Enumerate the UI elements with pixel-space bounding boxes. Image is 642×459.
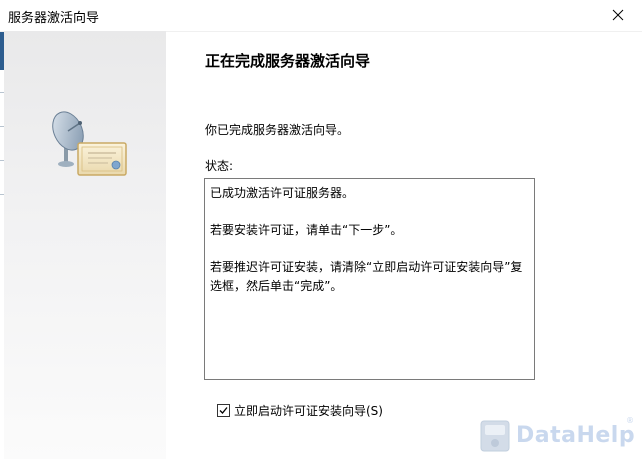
watermark: DataHelp ® [478, 416, 638, 457]
wizard-heading: 正在完成服务器激活向导 [205, 52, 371, 70]
status-label: 状态: [205, 159, 234, 173]
checkbox-label: 立即启动许可证安装向导(S) [234, 404, 383, 418]
satellite-dish-certificate-icon [52, 111, 127, 176]
database-hdd-logo-icon [480, 420, 510, 452]
close-button[interactable] [606, 3, 630, 27]
watermark-text: DataHelp [516, 423, 636, 448]
window-title: 服务器激活向导 [8, 11, 100, 26]
checkmark-icon [219, 407, 228, 414]
start-install-wizard-checkbox-row[interactable]: 立即启动许可证安装向导(S) [217, 402, 383, 419]
intro-text: 你已完成服务器激活向导。 [205, 123, 350, 137]
start-install-wizard-checkbox[interactable] [217, 404, 230, 417]
status-line: 已成功激活许可证服务器。 [210, 186, 355, 200]
status-line: 若要安装许可证，请单击“下一步”。 [210, 223, 403, 237]
close-icon [612, 9, 624, 21]
status-textbox[interactable]: 已成功激活许可证服务器。 若要安装许可证，请单击“下一步”。 若要推迟许可证安装… [204, 178, 535, 380]
watermark-registered-mark: ® [626, 416, 634, 425]
wizard-side-panel [4, 31, 166, 459]
status-line: 若要推迟许可证安装，请清除“立即启动许可证安装向导”复选框，然后单击“完成”。 [210, 260, 523, 293]
title-bar: 服务器激活向导 [0, 0, 642, 32]
wizard-window: 服务器激活向导 正在完成服务器激活向导 你已完成服务器激活向导。 状态: 已成功… [0, 0, 642, 459]
